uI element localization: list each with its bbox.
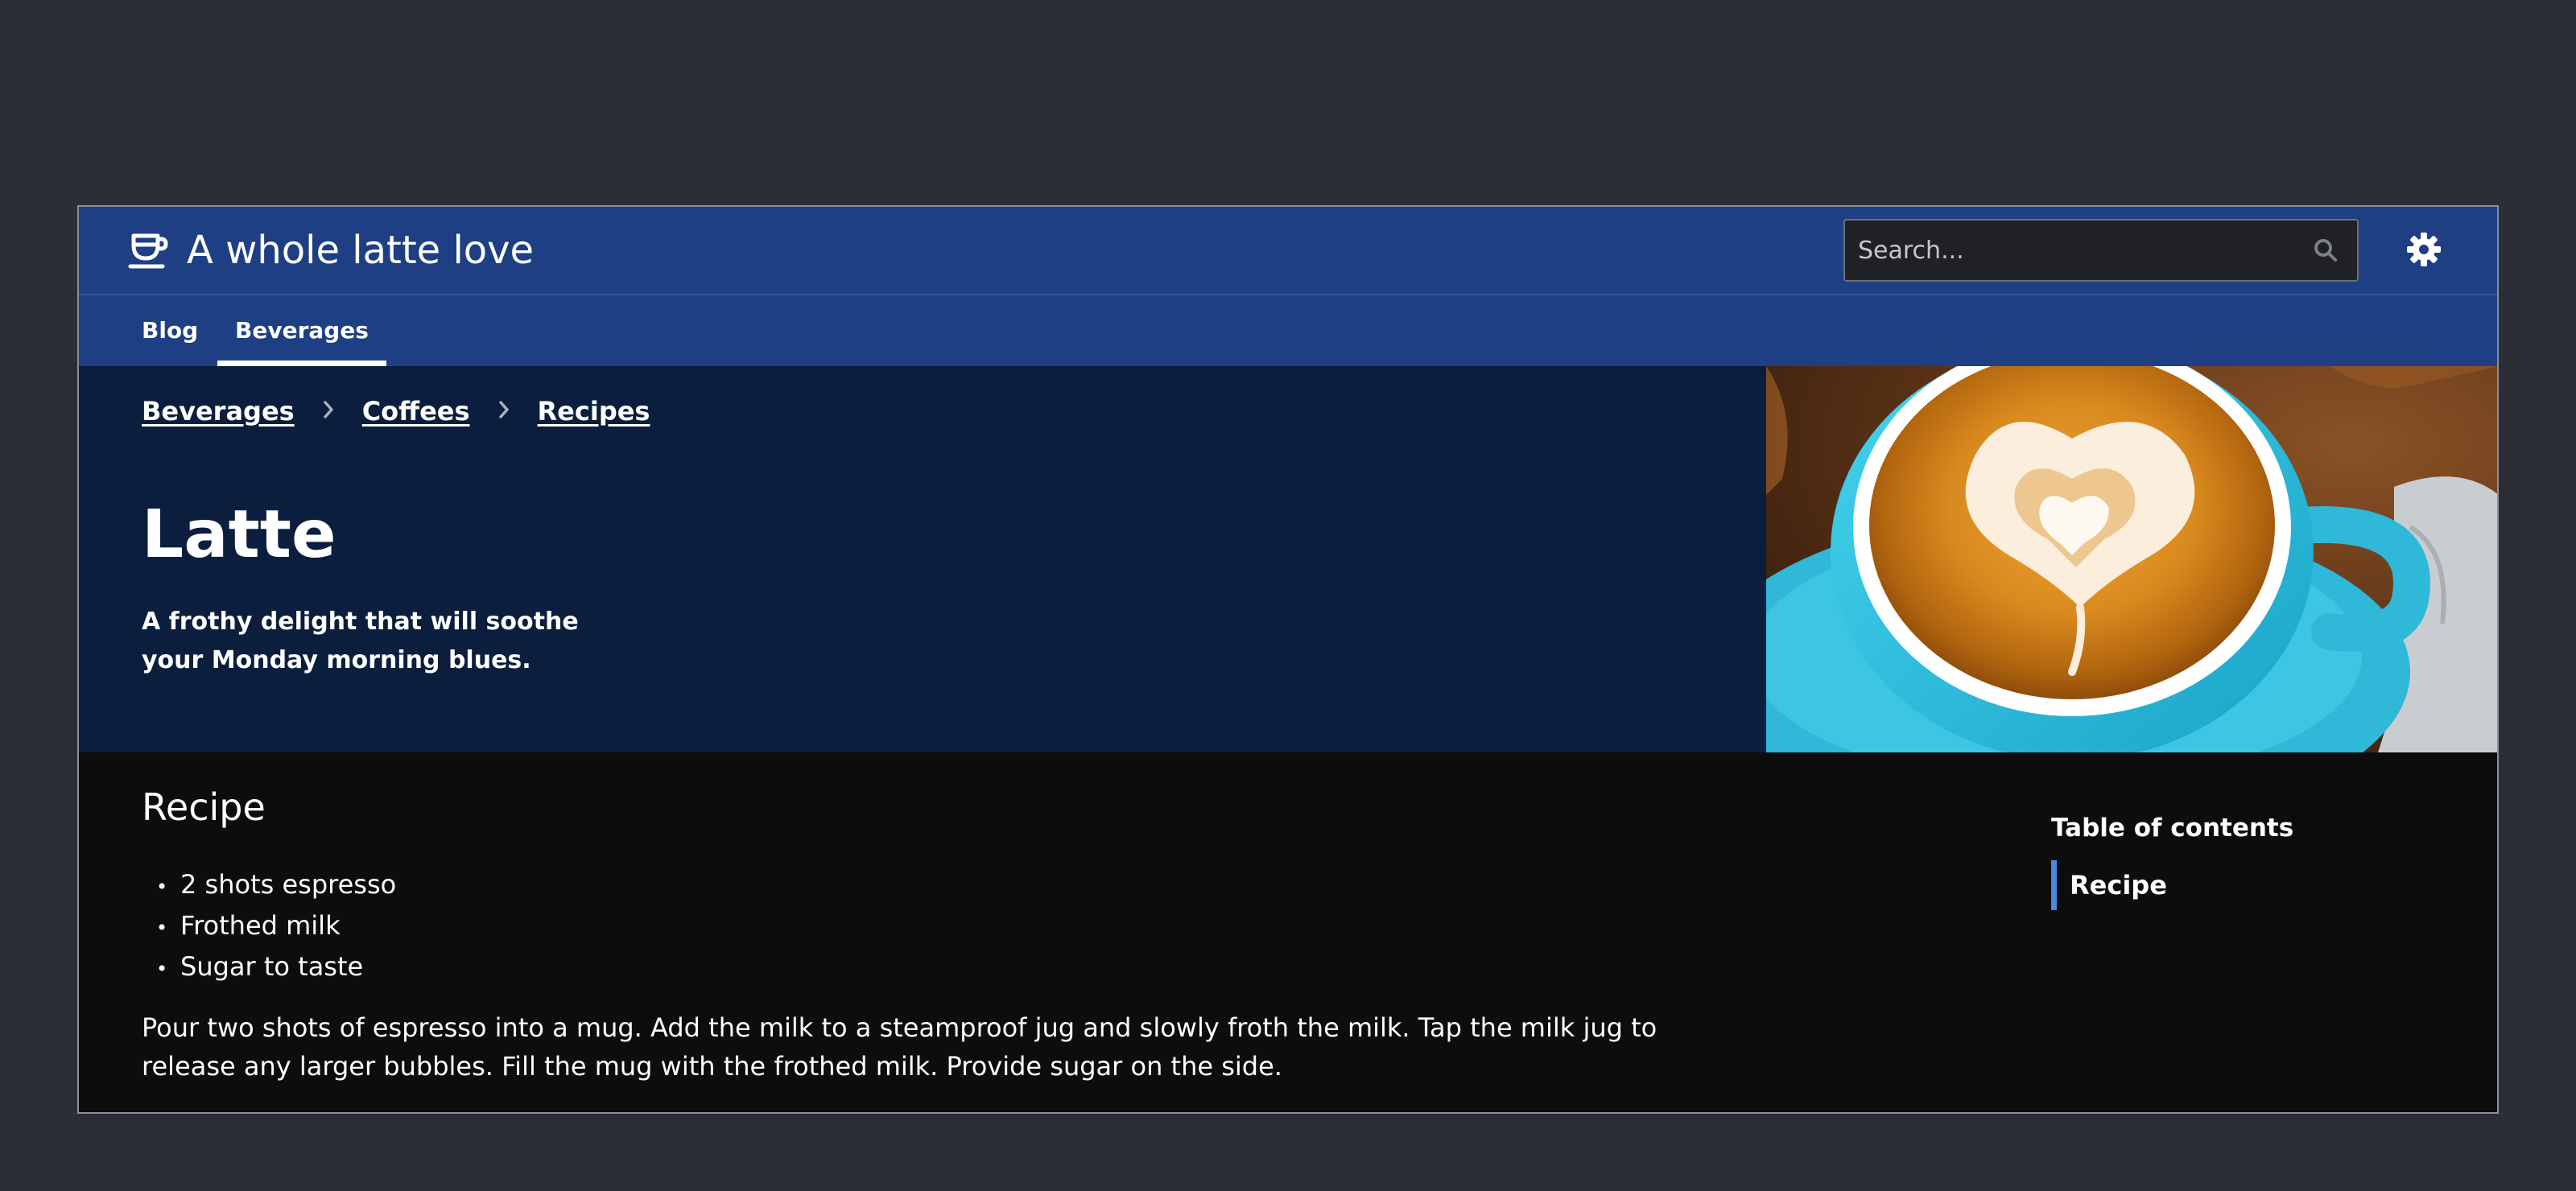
list-item: Frothed milk <box>156 906 396 947</box>
settings-button[interactable] <box>2401 228 2447 274</box>
site-title[interactable]: A whole latte love <box>187 225 534 276</box>
breadcrumb-coffees[interactable]: Coffees <box>362 396 470 427</box>
page-subtitle: A frothy delight that will soothe your M… <box>142 608 579 674</box>
chevron-right-icon <box>470 396 538 427</box>
toc-item-recipe[interactable]: Recipe <box>2051 860 2167 910</box>
recipe-heading: Recipe <box>142 785 266 829</box>
main-content: Recipe 2 shots espresso Frothed milk Sug… <box>79 752 2497 1112</box>
search-box[interactable] <box>1843 219 2359 282</box>
search-icon[interactable] <box>2312 237 2339 264</box>
latte-image <box>1766 366 2497 752</box>
main-nav: Blog Beverages <box>79 295 2497 366</box>
app-window: A whole latte love Search... Blog Bevera… <box>77 205 2499 1114</box>
breadcrumb: Beverages Coffees Recipes <box>142 392 650 431</box>
site-header: A whole latte love <box>79 207 2497 295</box>
tab-beverages[interactable]: Beverages <box>217 295 386 366</box>
gear-icon <box>2405 231 2442 271</box>
ingredient-list: 2 shots espresso Frothed milk Sugar to t… <box>156 865 396 988</box>
list-item: 2 shots espresso <box>156 865 396 906</box>
search-input[interactable] <box>1847 222 2297 278</box>
page-title: Latte <box>142 497 336 573</box>
breadcrumb-recipes[interactable]: Recipes <box>538 396 650 427</box>
toc-title: Table of contents <box>2051 814 2294 843</box>
list-item: Sugar to taste <box>156 947 396 988</box>
coffee-cup-icon <box>127 229 171 273</box>
breadcrumb-beverages[interactable]: Beverages <box>142 396 295 427</box>
chevron-right-icon <box>295 396 362 427</box>
tab-blog[interactable]: Blog <box>142 295 198 366</box>
hero-banner: Beverages Coffees Recipes Latte A frothy… <box>79 366 2497 752</box>
active-tab-indicator <box>217 361 386 366</box>
recipe-instructions: Pour two shots of espresso into a mug. A… <box>142 1012 1657 1082</box>
